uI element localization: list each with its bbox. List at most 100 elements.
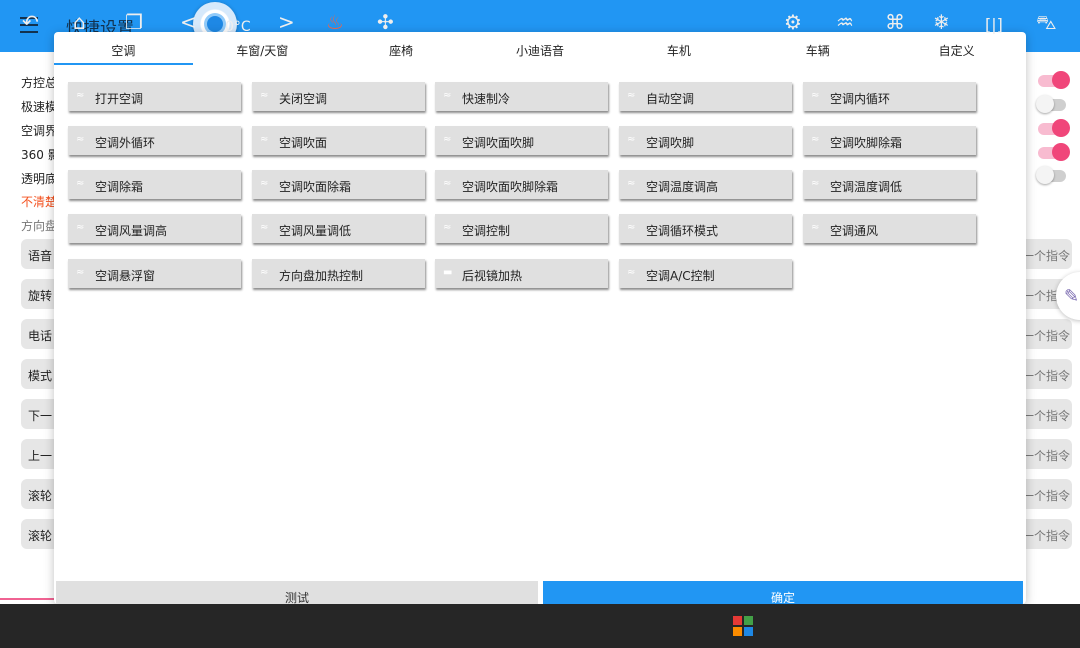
car-icon[interactable]: ⛍	[1036, 10, 1057, 34]
back-icon[interactable]: ↶	[22, 10, 39, 34]
fan-icon: ≈	[627, 267, 636, 278]
command-item[interactable]: ≈ 空调除霜	[68, 170, 241, 199]
command-item[interactable]: ≈ 空调吹面	[252, 126, 425, 155]
command-item[interactable]: ≈ 空调温度调高	[619, 170, 792, 199]
tab-custom[interactable]: 自定义	[887, 32, 1026, 65]
fan-icon: ≈	[627, 222, 636, 233]
command-icon[interactable]: ⌘	[885, 10, 905, 34]
tab-window-sunroof[interactable]: 车窗/天窗	[193, 32, 332, 65]
temperature-readout: 0°C	[225, 19, 251, 35]
command-item[interactable]: ≈ 快速制冷	[435, 82, 608, 111]
command-item[interactable]: ≈ 空调内循环	[803, 82, 976, 111]
command-item[interactable]: ≈ 空调吹脚除霜	[803, 126, 976, 155]
command-item[interactable]: ≈ 空调循环模式	[619, 214, 792, 243]
command-label: 自动空调	[646, 92, 695, 106]
bg-setting-label: 极速模	[21, 100, 58, 114]
fan-icon: ≈	[76, 134, 85, 145]
command-label: 空调吹面吹脚	[462, 136, 535, 150]
fan-icon: ≈	[76, 90, 85, 101]
command-label: 空调风量调高	[95, 224, 168, 238]
command-item[interactable]: ≈ 空调外循环	[68, 126, 241, 155]
command-label: 空调温度调高	[646, 180, 719, 194]
command-label: 空调吹面	[279, 136, 328, 150]
command-item[interactable]: ≈ 空调吹面除霜	[252, 170, 425, 199]
command-item[interactable]: ≈ 自动空调	[619, 82, 792, 111]
command-label: 快速制冷	[462, 92, 511, 106]
command-item[interactable]: ≈ 空调风量调低	[252, 214, 425, 243]
toggle-switch-off[interactable]	[1036, 95, 1066, 113]
command-label: 空调吹面吹脚除霜	[462, 180, 559, 194]
command-item[interactable]: ≈ 空调通风	[803, 214, 976, 243]
confirm-button[interactable]: 确定	[543, 581, 1023, 604]
fan-icon: ≈	[76, 267, 85, 278]
fan-icon: ≈	[811, 178, 820, 189]
command-label: 空调通风	[830, 224, 879, 238]
fan-icon: ≈	[260, 267, 269, 278]
fan-icon: ≈	[260, 134, 269, 145]
test-button[interactable]: 测试	[56, 581, 538, 604]
command-label: 空调外循环	[95, 136, 156, 150]
fan-icon[interactable]: ✣	[377, 10, 394, 34]
bg-setting-label: 方控总	[21, 76, 58, 90]
command-label: 空调循环模式	[646, 224, 719, 238]
windshield-defrost-icon[interactable]: ♒	[836, 10, 854, 34]
fan-icon: ≈	[627, 90, 636, 101]
fan-icon: ≈	[76, 222, 85, 233]
bg-setting-label: 透明底	[21, 172, 58, 186]
command-item[interactable]: ≈ 方向盘加热控制	[252, 259, 425, 288]
temp-decrease-button[interactable]: <	[180, 10, 197, 34]
command-label: 方向盘加热控制	[279, 269, 364, 283]
split-screen-icon[interactable]: [|]	[985, 13, 1003, 37]
command-item[interactable]: ≈ 空调吹脚	[619, 126, 792, 155]
command-item[interactable]: ≈ 关闭空调	[252, 82, 425, 111]
command-label: 空调控制	[462, 224, 511, 238]
command-item[interactable]: ≈ 空调风量调高	[68, 214, 241, 243]
category-tabs: 空调 车窗/天窗 座椅 小迪语音 车机 车辆 自定义	[54, 32, 1026, 65]
tab-seat[interactable]: 座椅	[332, 32, 471, 65]
fan-icon: ≈	[811, 90, 820, 101]
toggle-switch-on[interactable]	[1038, 119, 1070, 137]
app-launcher-icon[interactable]	[733, 616, 753, 636]
car-icon: ▬	[443, 267, 453, 278]
command-label: 空调吹脚除霜	[830, 136, 903, 150]
command-label: 空调温度调低	[830, 180, 903, 194]
command-item[interactable]: ≈ 空调悬浮窗	[68, 259, 241, 288]
command-item[interactable]: ≈ 空调控制	[435, 214, 608, 243]
command-item[interactable]: ≈ 空调吹面吹脚除霜	[435, 170, 608, 199]
tab-head-unit[interactable]: 车机	[609, 32, 748, 65]
recent-apps-icon[interactable]: ❐	[125, 10, 143, 34]
toggle-switch-on[interactable]	[1038, 71, 1070, 89]
command-label: 打开空调	[95, 92, 144, 106]
bg-setting-label: 空调界	[21, 124, 58, 138]
command-item[interactable]: ≈ 空调吹面吹脚	[435, 126, 608, 155]
fan-icon: ≈	[443, 134, 452, 145]
command-label: 后视镜加热	[462, 269, 523, 283]
tab-air-conditioner[interactable]: 空调	[54, 32, 193, 65]
command-item[interactable]: ≈ 空调温度调低	[803, 170, 976, 199]
command-label: 空调吹脚	[646, 136, 695, 150]
command-label: 关闭空调	[279, 92, 328, 106]
home-icon[interactable]: ⌂	[73, 10, 86, 34]
fan-icon: ≈	[443, 222, 452, 233]
command-label: 空调A/C控制	[646, 269, 715, 283]
tab-vehicle[interactable]: 车辆	[748, 32, 887, 65]
pencil-icon: ✎	[1064, 286, 1080, 307]
toggle-switch-on[interactable]	[1038, 143, 1070, 161]
temp-increase-button[interactable]: >	[278, 10, 295, 34]
seat-heat-icon[interactable]: ♨	[326, 10, 344, 34]
snowflake-icon[interactable]: ❄	[933, 10, 950, 34]
fan-icon: ≈	[76, 178, 85, 189]
fan-icon: ≈	[260, 178, 269, 189]
tab-voice[interactable]: 小迪语音	[471, 32, 610, 65]
fan-icon: ≈	[443, 178, 452, 189]
command-label: 空调风量调低	[279, 224, 352, 238]
command-item[interactable]: ≈ 打开空调	[68, 82, 241, 111]
settings-gear-icon[interactable]: ⚙	[784, 10, 802, 34]
command-item[interactable]: ≈ 空调A/C控制	[619, 259, 792, 288]
fan-icon: ≈	[627, 178, 636, 189]
command-picker-dialog: 空调 车窗/天窗 座椅 小迪语音 车机 车辆 自定义 ≈ 打开空调 ≈ 关闭空调 ≈ 快速…	[54, 32, 1026, 604]
command-item[interactable]: ▬ 后视镜加热	[435, 259, 608, 288]
fan-icon: ≈	[260, 90, 269, 101]
toggle-switch-off[interactable]	[1036, 166, 1066, 184]
fan-icon: ≈	[260, 222, 269, 233]
